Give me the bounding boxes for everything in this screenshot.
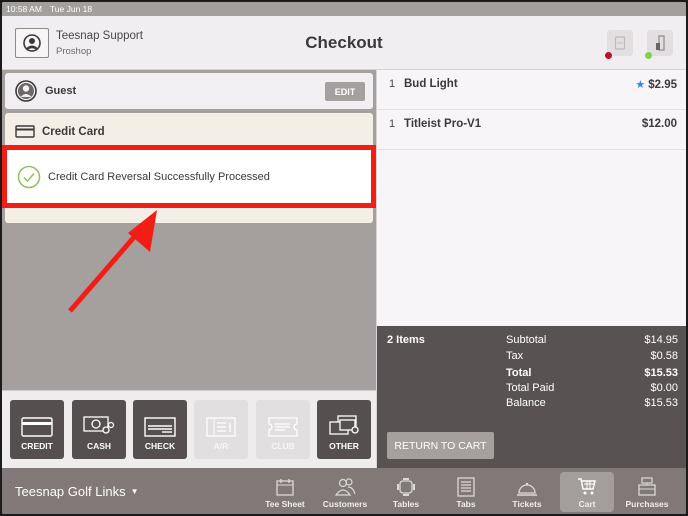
nav-label: Purchases xyxy=(625,499,669,509)
line-item-price: $12.00 xyxy=(641,118,677,130)
cash-drawer-status-dot xyxy=(645,52,652,59)
star-icon: ★ xyxy=(635,79,646,91)
pay-button-label: CLUB xyxy=(271,441,295,451)
credit-card-icon xyxy=(21,417,53,437)
total-value: $0.00 xyxy=(650,382,678,394)
caret-down-icon: ▼ xyxy=(130,487,139,496)
cash-register-icon xyxy=(638,477,656,496)
nav-tickets[interactable]: Tickets xyxy=(500,472,554,512)
total-label: Total Paid xyxy=(506,382,555,394)
nav-tee-sheet[interactable]: Tee Sheet xyxy=(258,472,312,512)
balance-row: Balance $15.53 xyxy=(506,397,678,409)
return-to-cart-button[interactable]: RETURN TO CART xyxy=(387,432,494,459)
pay-button-label: OTHER xyxy=(329,441,359,451)
payment-method-header: Credit Card xyxy=(15,125,105,138)
status-date: Tue Jun 18 xyxy=(49,4,93,14)
total-label: Subtotal xyxy=(506,334,547,346)
total-value: $15.53 xyxy=(644,367,678,379)
total-value: $14.95 xyxy=(644,334,678,346)
pay-credit-button[interactable]: CREDIT xyxy=(10,400,64,459)
nav-customers[interactable]: Customers xyxy=(318,472,372,512)
customer-card: Guest EDIT xyxy=(5,73,373,109)
pay-ar-button[interactable]: A/R xyxy=(194,400,248,459)
header: Teesnap Support Proshop Checkout xyxy=(2,16,686,70)
line-item-price: $2.95 xyxy=(648,78,677,91)
customers-icon xyxy=(334,478,356,496)
cart-panel: 1 Bud Light ★ $2.95 1 Titleist Pro-V1 $1… xyxy=(376,70,686,468)
line-item-price-wrap: ★ $2.95 xyxy=(635,78,677,92)
payment-buttons-bar: CREDIT CASH CHECK A/R CLUB OTHER xyxy=(2,390,376,468)
pay-button-label: CASH xyxy=(86,441,112,451)
check-circle-icon xyxy=(17,165,41,188)
venue-selector[interactable]: Teesnap Golf Links ▼ xyxy=(15,484,139,499)
payment-panel: Guest EDIT Credit Card Credit Card Rever… xyxy=(2,70,376,468)
service-bell-icon xyxy=(517,482,537,496)
total-paid-row: Total Paid $0.00 xyxy=(506,382,678,394)
customer-name: Guest xyxy=(45,85,77,97)
app-window: 10:58 AM Tue Jun 18 25% Teesnap Support … xyxy=(2,2,686,514)
nav-purchases[interactable]: Purchases xyxy=(620,472,674,512)
printer-status-dot xyxy=(605,52,612,59)
pay-button-label: A/R xyxy=(213,441,229,451)
nav-tables[interactable]: Tables xyxy=(379,472,433,512)
cart-line-item[interactable]: 1 Titleist Pro-V1 $12.00 xyxy=(377,110,686,150)
pay-button-label: CHECK xyxy=(144,441,176,451)
line-item-qty: 1 xyxy=(389,118,396,130)
nav-label: Tickets xyxy=(512,499,542,509)
ledger-icon xyxy=(206,417,236,437)
line-item-name: Titleist Pro-V1 xyxy=(404,118,482,130)
total-value: $15.53 xyxy=(644,397,678,409)
status-time: 10:58 AM xyxy=(6,4,42,14)
table-icon xyxy=(397,478,415,496)
guest-avatar-icon xyxy=(15,80,37,102)
line-item-qty: 1 xyxy=(389,78,396,90)
pay-club-button[interactable]: CLUB xyxy=(256,400,310,459)
credit-card-icon xyxy=(15,125,35,138)
total-value: $0.58 xyxy=(650,350,678,362)
total-row: Total $15.53 xyxy=(506,367,678,379)
payment-method-label: Credit Card xyxy=(42,125,105,138)
page-title: Checkout xyxy=(305,33,383,52)
bottom-nav: Teesnap Golf Links ▼ Tee Sheet Customers… xyxy=(2,468,686,514)
ticket-icon xyxy=(268,417,298,437)
nav-tabs[interactable]: Tabs xyxy=(439,472,493,512)
nav-label: Tabs xyxy=(456,499,476,509)
tabs-icon xyxy=(457,477,475,497)
cart-line-item[interactable]: 1 Bud Light ★ $2.95 xyxy=(377,70,686,110)
printer-icon xyxy=(614,36,626,50)
cash-icon xyxy=(83,416,115,434)
edit-customer-button[interactable]: EDIT xyxy=(325,82,365,101)
total-label: Total xyxy=(506,367,532,379)
nav-label: Cart xyxy=(578,499,596,509)
success-message: Credit Card Reversal Successfully Proces… xyxy=(2,145,376,208)
check-icon xyxy=(144,417,176,437)
subtotal-row: Subtotal $14.95 xyxy=(506,334,678,346)
pay-cash-button[interactable]: CASH xyxy=(72,400,126,459)
nav-cart[interactable]: Cart xyxy=(560,472,614,512)
pay-other-button[interactable]: OTHER xyxy=(317,400,371,459)
nav-label: Tee Sheet xyxy=(265,499,305,509)
pay-button-label: CREDIT xyxy=(21,441,53,451)
venue-name: Teesnap Golf Links xyxy=(15,484,126,499)
line-item-name: Bud Light xyxy=(404,78,458,90)
cash-drawer-icon xyxy=(656,35,665,51)
calendar-icon xyxy=(276,479,294,496)
status-bar: 10:58 AM Tue Jun 18 25% xyxy=(2,2,686,468)
pay-check-button[interactable]: CHECK xyxy=(133,400,187,459)
tax-row: Tax $0.58 xyxy=(506,350,678,362)
success-message-text: Credit Card Reversal Successfully Proces… xyxy=(48,170,270,183)
total-label: Balance xyxy=(506,397,546,409)
line-item-price-wrap: $12.00 xyxy=(642,118,677,130)
cart-icon xyxy=(578,478,596,495)
totals-panel: 2 Items Subtotal $14.95 Tax $0.58 Total … xyxy=(377,326,686,468)
nav-label: Customers xyxy=(322,499,368,509)
nav-label: Tables xyxy=(392,499,420,509)
other-payment-icon xyxy=(329,415,359,435)
annotation-arrow xyxy=(68,210,157,313)
total-label: Tax xyxy=(506,350,524,362)
item-count: 2 Items xyxy=(387,334,425,346)
